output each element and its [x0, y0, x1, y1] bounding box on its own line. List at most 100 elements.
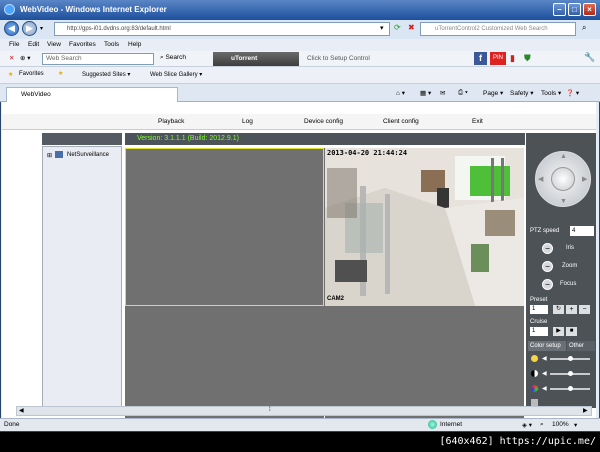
ptz-right-icon[interactable]: ▶ [582, 175, 587, 183]
contrast-decrease-icon[interactable]: ◀ [542, 370, 547, 377]
menu-tools[interactable]: Tools [104, 41, 119, 48]
horizontal-scrollbar[interactable]: ◀ ⁞ ▶ [16, 406, 592, 416]
tab-webvideo[interactable]: WebVideo [6, 87, 178, 102]
nav-log[interactable]: Log [242, 118, 253, 125]
nav-exit[interactable]: Exit [472, 118, 483, 125]
nav-playback[interactable]: Playback [158, 118, 184, 125]
device-icon [55, 151, 63, 158]
star-icon: ★ [8, 72, 14, 78]
print-icon[interactable]: ⎙ ▾ [458, 89, 468, 97]
refresh-icon[interactable]: ⟳ [394, 23, 401, 32]
maximize-button[interactable]: □ [568, 3, 581, 16]
tab-other[interactable]: Other [567, 341, 595, 351]
web-slice-gallery-link[interactable]: Web Slice Gallery ▾ [150, 71, 202, 78]
brightness-icon [531, 355, 538, 362]
safety-menu[interactable]: Safety ▾ [510, 89, 534, 97]
scroll-thumb[interactable]: ⁞ [269, 407, 271, 413]
minimize-button[interactable]: – [553, 3, 566, 16]
protected-mode-icon[interactable]: ◈ ▾ [522, 421, 532, 429]
tab-label: WebVideo [21, 91, 51, 98]
suggested-sites-link[interactable]: Suggested Sites ▾ [82, 71, 130, 78]
status-text: Done [4, 421, 20, 428]
feeds-icon[interactable]: ▦ ▾ [420, 89, 431, 97]
setup-control-text[interactable]: Click to Setup Control [307, 55, 370, 62]
video-cell-1[interactable] [125, 148, 324, 306]
ptz-direction-pad[interactable]: ▲ ▼ ◀ ▶ [535, 151, 591, 207]
saturation-knob[interactable] [568, 386, 573, 391]
preset-select[interactable]: 1 [530, 305, 548, 314]
menu-edit[interactable]: Edit [28, 41, 39, 48]
address-bar[interactable]: http://gps-i01.dvdns.org:83/default.html [54, 22, 390, 36]
menu-help[interactable]: Help [128, 41, 141, 48]
shield-icon[interactable]: ⛊ [524, 53, 531, 64]
toolbar-row: ✕ ⊕ ▾ Web Search ⌕ Search uTorrent Click… [0, 51, 600, 67]
version-bar: Version: 3.1.1.1 (Build: 2012.9.1) [125, 133, 525, 145]
cruise-play-button[interactable]: ▶ [553, 327, 564, 336]
page-menu[interactable]: Page ▾ [483, 89, 503, 97]
ptz-center-button[interactable] [551, 167, 575, 191]
help-menu[interactable]: ❓ ▾ [566, 89, 579, 97]
tab-color-setup[interactable]: Color setup [528, 341, 566, 351]
ptz-left-icon[interactable]: ◀ [538, 175, 543, 183]
device-tree: ⊞ NetSurveillance [42, 146, 122, 408]
saturation-decrease-icon[interactable]: ◀ [542, 385, 547, 392]
address-row: ◀ ▶ ▾ http://gps-i01.dvdns.org:83/defaul… [0, 20, 600, 39]
tab-row: WebVideo ⌂ ▾ ▦ ▾ ✉ ⎙ ▾ Page ▾ Safety ▾ T… [0, 84, 600, 102]
cruise-stop-button[interactable]: ■ [566, 327, 577, 336]
wrench-icon[interactable]: 🔧 [584, 52, 595, 63]
stop-icon[interactable]: ✖ [408, 23, 415, 32]
toolbar-search-button[interactable]: ⌕ Search [160, 54, 186, 62]
cruise-select[interactable]: 1 [530, 327, 548, 336]
add-favorite-icon[interactable]: ★ [58, 70, 63, 77]
ptz-speed-input[interactable]: 4 [570, 226, 594, 236]
zoom-dropdown-icon[interactable]: ▾ [574, 421, 577, 429]
home-icon[interactable]: ⌂ ▾ [396, 89, 405, 97]
search-input[interactable]: uTorrentControl2 Customized Web Search [420, 22, 576, 36]
utorrent-button[interactable]: uTorrent [213, 52, 299, 66]
mail-icon[interactable]: ✉ [440, 89, 445, 97]
brightness-decrease-icon[interactable]: ◀ [542, 355, 547, 362]
back-button[interactable]: ◀ [4, 21, 19, 36]
menu-view[interactable]: View [47, 41, 61, 48]
contrast-knob[interactable] [568, 371, 573, 376]
page-content: Playback Log Device config Client config… [2, 102, 596, 418]
close-button[interactable]: × [583, 3, 596, 16]
preset-remove-button[interactable]: − [579, 305, 590, 314]
tools-menu[interactable]: Tools ▾ [541, 89, 561, 97]
focus-minus-button[interactable]: − [542, 279, 553, 290]
scroll-right-icon[interactable]: ▶ [583, 407, 588, 414]
expand-icon[interactable]: ⊞ [47, 152, 52, 159]
preset-go-button[interactable]: ↻ [553, 305, 564, 314]
forward-button[interactable]: ▶ [22, 21, 37, 36]
search-icon[interactable]: ⌕ [582, 23, 586, 33]
zoom-level[interactable]: 100% [552, 421, 569, 428]
close-toolbar-icon[interactable]: ✕ [9, 54, 14, 62]
camera-feed [325, 148, 524, 306]
web-search-input[interactable]: Web Search [42, 53, 154, 65]
camera-label: CAM2 [327, 296, 345, 302]
nav-device-config[interactable]: Device config [304, 118, 343, 125]
address-dropdown-icon[interactable]: ▾ [380, 24, 384, 32]
history-dropdown-icon[interactable]: ▾ [40, 25, 43, 32]
video-cell-4[interactable] [325, 308, 524, 418]
favorites-button[interactable]: Favorites [19, 71, 44, 77]
ptz-panel: ▲ ▼ ◀ ▶ PTZ speed 4 − Iris − Zoom − Focu… [526, 133, 596, 408]
iris-minus-button[interactable]: − [542, 243, 553, 254]
app-icon[interactable]: ▮ [510, 53, 515, 64]
tree-node-netsurveillance[interactable]: NetSurveillance [67, 152, 109, 158]
add-icon[interactable]: ⊕ ▾ [20, 54, 31, 62]
ptz-up-icon[interactable]: ▲ [560, 153, 567, 160]
camera-timestamp: 2013-04-20 21:44:24 [327, 149, 408, 157]
nav-client-config[interactable]: Client config [383, 118, 419, 125]
preset-add-button[interactable]: + [566, 305, 577, 314]
brightness-knob[interactable] [568, 356, 573, 361]
ptz-down-icon[interactable]: ▼ [560, 198, 567, 205]
menu-file[interactable]: File [9, 41, 19, 48]
facebook-icon[interactable]: f [474, 52, 487, 65]
pin-icon[interactable]: PIN [490, 52, 506, 65]
zoom-minus-button[interactable]: − [542, 261, 553, 272]
video-cell-2[interactable]: 2013-04-20 21:44:24 CAM2 [325, 148, 524, 306]
video-cell-3[interactable] [125, 308, 324, 418]
scroll-left-icon[interactable]: ◀ [19, 407, 24, 414]
menu-favorites[interactable]: Favorites [69, 41, 96, 48]
